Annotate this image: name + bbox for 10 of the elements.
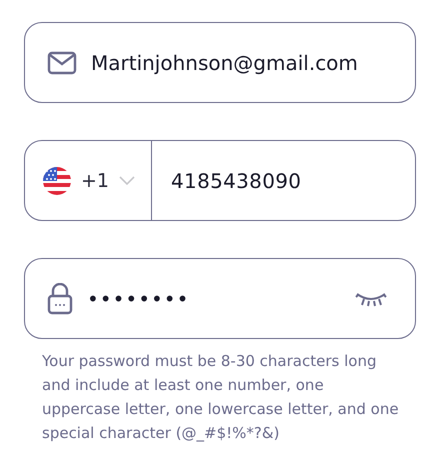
eye-closed-icon[interactable] xyxy=(355,290,387,306)
phone-number-field[interactable]: 4185438090 xyxy=(152,168,302,192)
flag-icon xyxy=(43,166,71,194)
country-code-dropdown[interactable]: +1 xyxy=(25,141,152,220)
lock-icon xyxy=(47,282,73,314)
password-field[interactable]: •••••••• xyxy=(24,258,416,339)
envelope-icon xyxy=(47,50,77,74)
email-field[interactable]: Martinjohnson@gmail.com xyxy=(24,22,416,103)
caret-icon xyxy=(119,176,136,186)
password-hint: Your password must be 8-30 characters long and include at least one number, one uppercase letter, one lowercase letter, and one special character (@_#$!%*?&) xyxy=(42,351,400,444)
